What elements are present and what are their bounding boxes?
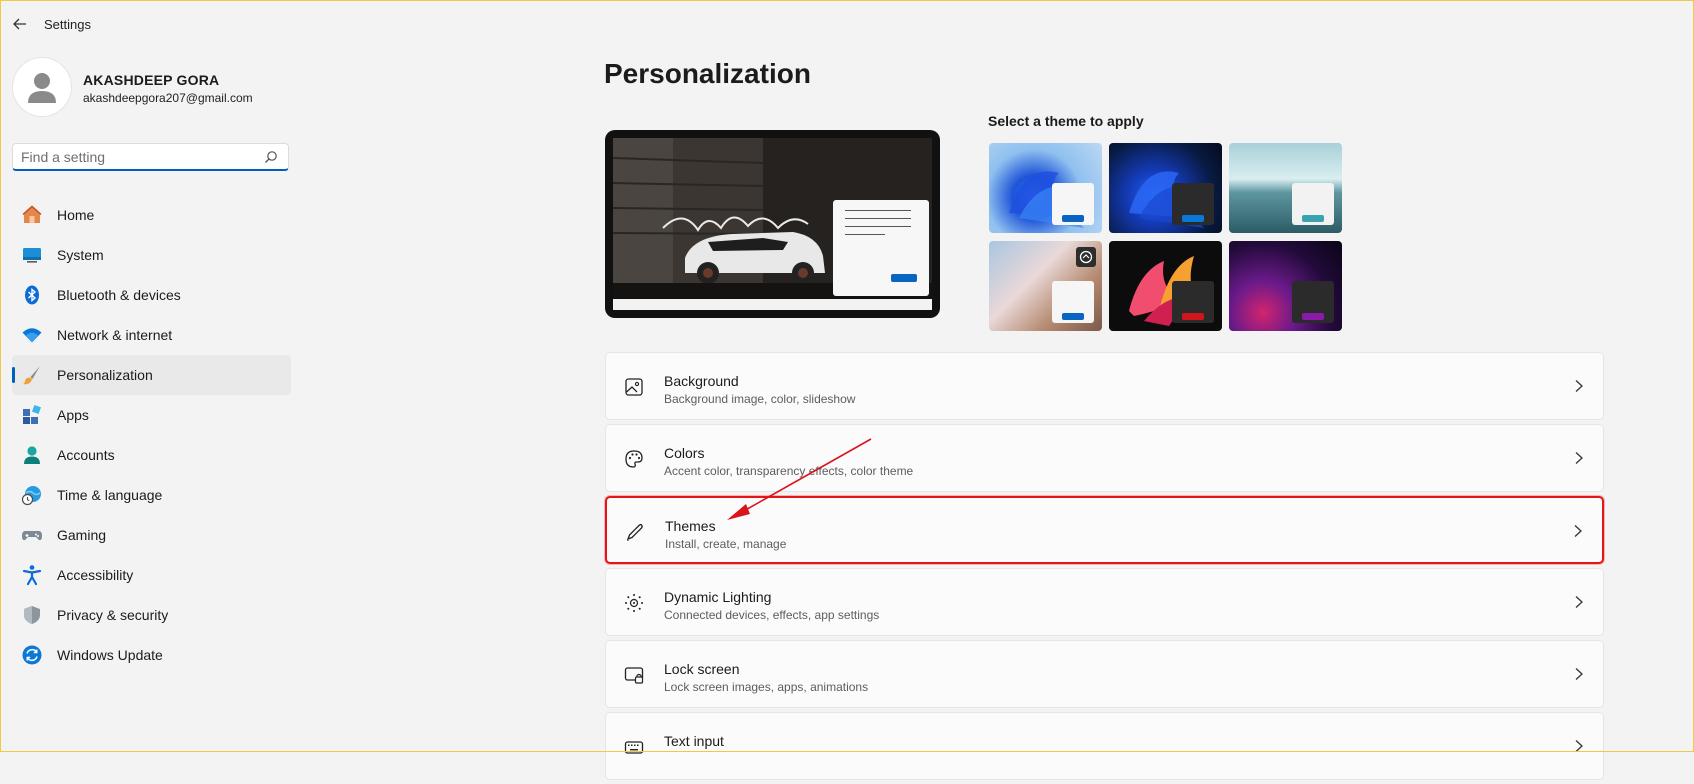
preview-taskbar [613, 299, 932, 310]
sidebar-item-label: Time & language [57, 487, 163, 503]
colors-setting[interactable]: Colors Accent color, transparency effect… [605, 424, 1604, 492]
chevron-right-icon [1575, 740, 1583, 752]
profile-name: AKASHDEEP GORA [83, 72, 220, 88]
chevron-right-icon [1574, 525, 1582, 537]
gamepad-icon [21, 524, 43, 546]
profile-email: akashdeepgora207@gmail.com [83, 91, 253, 105]
sidebar-item-home[interactable]: Home [12, 195, 291, 235]
sidebar-item-label: Accessibility [57, 567, 134, 583]
card-title: Text input [664, 733, 724, 749]
pen-icon [624, 521, 646, 543]
sidebar-item-accounts[interactable]: Accounts [12, 435, 291, 475]
wallpaper-preview-image [613, 138, 932, 298]
spotlight-badge-icon [1076, 247, 1096, 267]
sidebar-item-label: Windows Update [57, 647, 163, 663]
theme-glow-lake[interactable] [1229, 143, 1342, 233]
themes-section-label: Select a theme to apply [988, 113, 1144, 129]
sidebar-nav: Home System Bluetooth & devices Network … [12, 195, 291, 675]
system-icon [21, 244, 43, 266]
avatar[interactable] [12, 57, 72, 117]
user-silhouette-icon [28, 73, 56, 103]
update-icon [21, 644, 43, 666]
settings-list: Background Background image, color, slid… [605, 352, 1604, 784]
preview-window [833, 200, 929, 296]
card-title: Colors [664, 445, 705, 461]
lighting-icon [623, 592, 645, 614]
dynamic-lighting-setting[interactable]: Dynamic Lighting Connected devices, effe… [605, 568, 1604, 636]
background-setting[interactable]: Background Background image, color, slid… [605, 352, 1604, 420]
sidebar-item-windows-update[interactable]: Windows Update [12, 635, 291, 675]
sidebar-item-label: Bluetooth & devices [57, 287, 181, 303]
chevron-right-icon [1575, 596, 1583, 608]
sidebar-item-network[interactable]: Network & internet [12, 315, 291, 355]
bluetooth-icon [21, 284, 43, 306]
apps-icon [21, 404, 43, 426]
sidebar-item-label: Accounts [57, 447, 115, 463]
search-box[interactable] [12, 143, 289, 171]
card-subtitle: Lock screen images, apps, animations [664, 680, 869, 694]
wifi-icon [21, 324, 43, 346]
card-subtitle: Background image, color, slideshow [664, 392, 856, 406]
lock-screen-setting[interactable]: Lock screen Lock screen images, apps, an… [605, 640, 1604, 708]
card-title: Themes [665, 518, 716, 534]
card-title: Dynamic Lighting [664, 589, 772, 605]
theme-windows-dark[interactable] [1109, 143, 1222, 233]
shield-icon [21, 604, 43, 626]
page-title: Personalization [604, 58, 811, 89]
themes-setting[interactable]: Themes Install, create, manage [605, 496, 1604, 564]
theme-windows-light[interactable] [989, 143, 1102, 233]
palette-icon [623, 448, 645, 470]
text-input-setting[interactable]: Text input [605, 712, 1604, 780]
image-icon [623, 376, 645, 398]
sidebar-item-gaming[interactable]: Gaming [12, 515, 291, 555]
sidebar-item-privacy[interactable]: Privacy & security [12, 595, 291, 635]
chevron-right-icon [1575, 380, 1583, 392]
sidebar-item-bluetooth[interactable]: Bluetooth & devices [12, 275, 291, 315]
accounts-icon [21, 444, 43, 466]
sidebar-item-apps[interactable]: Apps [12, 395, 291, 435]
search-input[interactable] [21, 147, 251, 167]
theme-preview [605, 130, 940, 318]
sidebar-item-label: Network & internet [57, 327, 173, 343]
card-title: Lock screen [664, 661, 740, 677]
brush-icon [21, 364, 43, 386]
chevron-right-icon [1575, 668, 1583, 680]
sidebar-item-system[interactable]: System [12, 235, 291, 275]
card-subtitle: Connected devices, effects, app settings [664, 608, 880, 622]
sidebar-item-personalization[interactable]: Personalization [12, 355, 291, 395]
theme-captured-motion[interactable] [1109, 241, 1222, 331]
sidebar-item-label: Gaming [57, 527, 107, 543]
chevron-right-icon [1575, 452, 1583, 464]
sidebar-item-label: Privacy & security [57, 607, 169, 623]
theme-grid [989, 143, 1342, 333]
globe-clock-icon [21, 484, 43, 506]
sidebar-item-label: System [57, 247, 104, 263]
theme-spotlight[interactable] [989, 241, 1102, 331]
sidebar-item-label: Apps [57, 407, 89, 423]
back-button[interactable] [10, 14, 30, 34]
keyboard-icon [623, 736, 645, 758]
back-arrow-icon [13, 18, 26, 30]
app-title: Settings [44, 17, 91, 32]
lock-screen-icon [623, 664, 645, 686]
card-subtitle: Install, create, manage [665, 537, 787, 551]
accessibility-icon [21, 564, 43, 586]
title-bar: Settings [0, 0, 1694, 48]
sidebar-item-label: Personalization [57, 367, 153, 383]
sidebar-item-time-language[interactable]: Time & language [12, 475, 291, 515]
theme-flow[interactable] [1229, 241, 1342, 331]
sidebar-item-label: Home [57, 207, 95, 223]
home-icon [21, 204, 43, 226]
card-title: Background [664, 373, 739, 389]
search-icon[interactable] [264, 150, 278, 164]
card-subtitle: Accent color, transparency effects, colo… [664, 464, 914, 478]
sidebar-item-accessibility[interactable]: Accessibility [12, 555, 291, 595]
